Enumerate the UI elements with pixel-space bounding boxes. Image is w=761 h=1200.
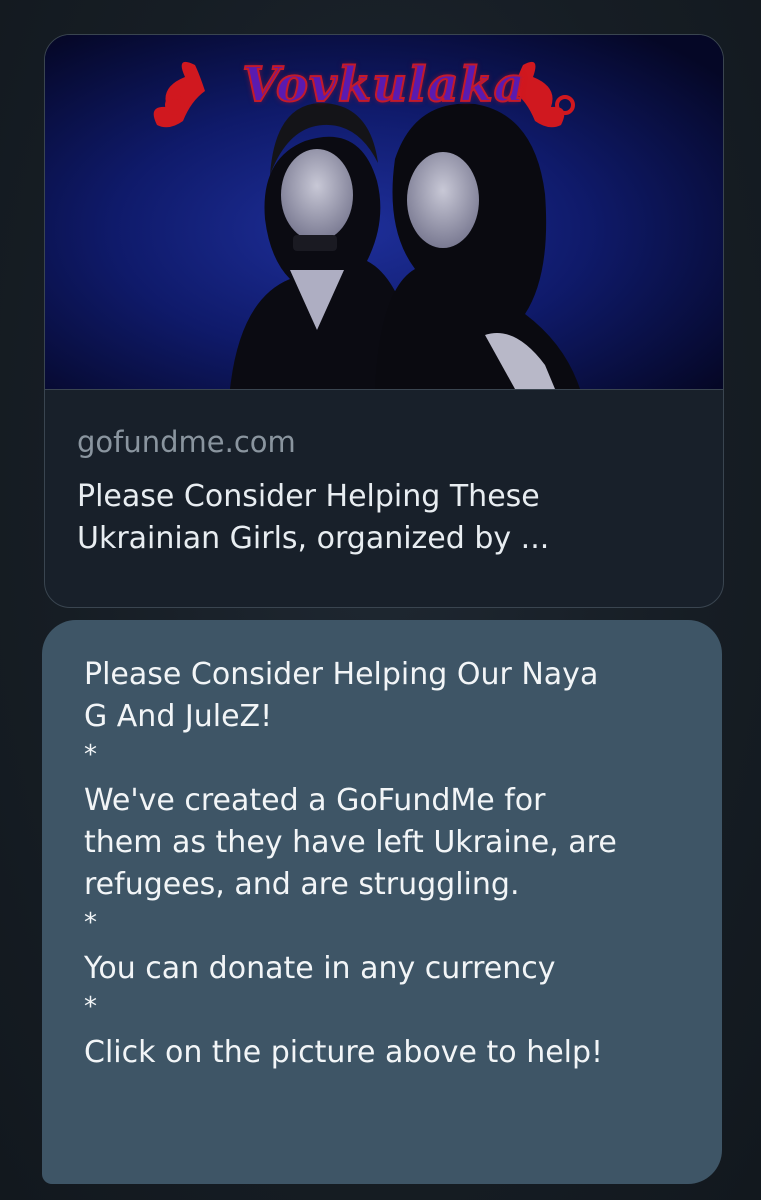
message-separator: * — [84, 740, 97, 770]
message-line: refugees, and are struggling. — [84, 867, 520, 902]
link-domain: gofundme.com — [77, 425, 296, 459]
message-line: We've created a GoFundMe for — [84, 783, 546, 818]
message-bubble: Please Consider Helping Our Naya G And J… — [42, 620, 722, 1184]
message-separator: * — [84, 908, 97, 938]
message-line: G And JuleZ! — [84, 699, 273, 734]
link-preview-image[interactable]: Vovkulaka — [45, 35, 723, 390]
band-logo: Vovkulaka — [241, 56, 526, 114]
message-line: Please Consider Helping Our Naya — [84, 657, 599, 692]
link-title-line: Ukrainian Girls, organized by ... — [77, 521, 550, 556]
message-line: You can donate in any currency — [84, 951, 556, 986]
link-preview-meta: gofundme.com Please Consider Helping The… — [45, 390, 723, 560]
link-title-line: Please Consider Helping These — [77, 479, 540, 514]
message-separator: * — [84, 992, 97, 1022]
link-title: Please Consider Helping These Ukrainian … — [77, 476, 691, 560]
message-line: Click on the picture above to help! — [84, 1035, 604, 1070]
message-line: them as they have left Ukraine, are — [84, 825, 617, 860]
link-preview-card[interactable]: Vovkulaka gofundme.com Please Consider H… — [44, 34, 724, 608]
